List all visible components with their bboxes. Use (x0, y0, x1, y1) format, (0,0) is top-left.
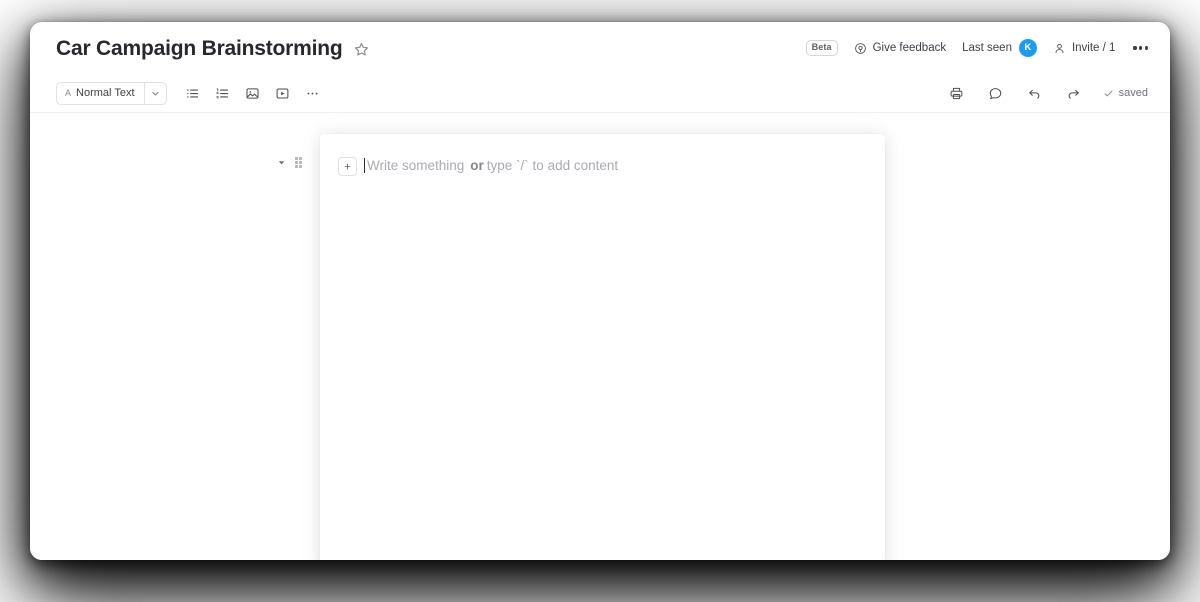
block-gutter (277, 157, 302, 168)
screen-root: Car Campaign Brainstorming Beta Give fee… (0, 0, 1200, 602)
undo-arrow-icon (1029, 89, 1040, 99)
numbered-list-icon (216, 87, 229, 98)
undo-button[interactable] (1025, 83, 1045, 103)
app-window: Car Campaign Brainstorming Beta Give fee… (30, 22, 1170, 560)
comment-bubble-icon (989, 87, 1002, 99)
give-feedback-button[interactable]: Give feedback (854, 42, 947, 55)
video-icon (276, 87, 289, 99)
redo-arrow-icon (1068, 89, 1079, 99)
page-title[interactable]: Car Campaign Brainstorming (56, 38, 343, 59)
editor-toolbar: A Normal Text saved (30, 74, 1170, 113)
invite-label: Invite / 1 (1071, 42, 1116, 54)
save-status: saved (1103, 87, 1148, 99)
last-seen-group: Last seen K (962, 39, 1037, 57)
printer-icon (950, 87, 963, 99)
header-actions: Beta Give feedback Last seen K Invite / … (805, 22, 1150, 74)
bulleted-list-button[interactable] (183, 83, 203, 103)
editor-canvas: Write something or type `/` to add conte… (30, 113, 1170, 560)
insert-video-button[interactable] (273, 83, 293, 103)
megaphone-icon (854, 42, 866, 54)
editor-placeholder[interactable]: Write something or type `/` to add conte… (364, 156, 618, 175)
text-cursor (364, 158, 365, 173)
toolbar-insert-group (183, 83, 323, 103)
person-icon (1055, 43, 1064, 53)
insert-image-button[interactable] (243, 83, 263, 103)
avatar[interactable]: K (1018, 39, 1037, 57)
caret-down-icon[interactable] (277, 158, 286, 167)
text-style-caret[interactable] (143, 82, 166, 104)
give-feedback-label: Give feedback (872, 42, 947, 54)
text-style-glyph: A (65, 87, 72, 98)
kebab-menu-icon[interactable] (1131, 42, 1150, 53)
save-status-label: saved (1118, 87, 1148, 99)
redo-button[interactable] (1064, 83, 1084, 103)
title-group: Car Campaign Brainstorming (56, 38, 370, 59)
placeholder-text-part2: type `/` to add content (486, 158, 619, 173)
bulleted-list-icon (187, 88, 199, 98)
drag-handle-icon[interactable] (295, 157, 302, 168)
checkmark-icon (1104, 90, 1113, 96)
chevron-down-icon (151, 91, 159, 95)
plus-icon (344, 163, 351, 170)
text-style-label-group: A Normal Text (57, 83, 144, 104)
star-outline-icon[interactable] (353, 41, 370, 58)
document-header: Car Campaign Brainstorming Beta Give fee… (30, 22, 1170, 74)
invite-button[interactable]: Invite / 1 (1053, 42, 1115, 55)
ellipsis-icon (307, 92, 318, 94)
text-style-value: Normal Text (76, 87, 135, 99)
placeholder-text-part1: Write something (367, 158, 465, 173)
add-block-button[interactable] (338, 157, 357, 176)
text-style-dropdown[interactable]: A Normal Text (56, 81, 167, 105)
status-badge: Beta (805, 40, 838, 56)
placeholder-text-bold: or (470, 158, 484, 173)
image-icon (246, 87, 259, 99)
toolbar-more-button[interactable] (303, 83, 323, 103)
document-page[interactable]: Write something or type `/` to add conte… (278, 134, 885, 560)
print-button[interactable] (947, 83, 967, 103)
last-seen-label: Last seen (962, 42, 1012, 54)
toolbar-right-actions: saved (947, 74, 1148, 112)
comment-button[interactable] (986, 83, 1006, 103)
numbered-list-button[interactable] (213, 83, 233, 103)
